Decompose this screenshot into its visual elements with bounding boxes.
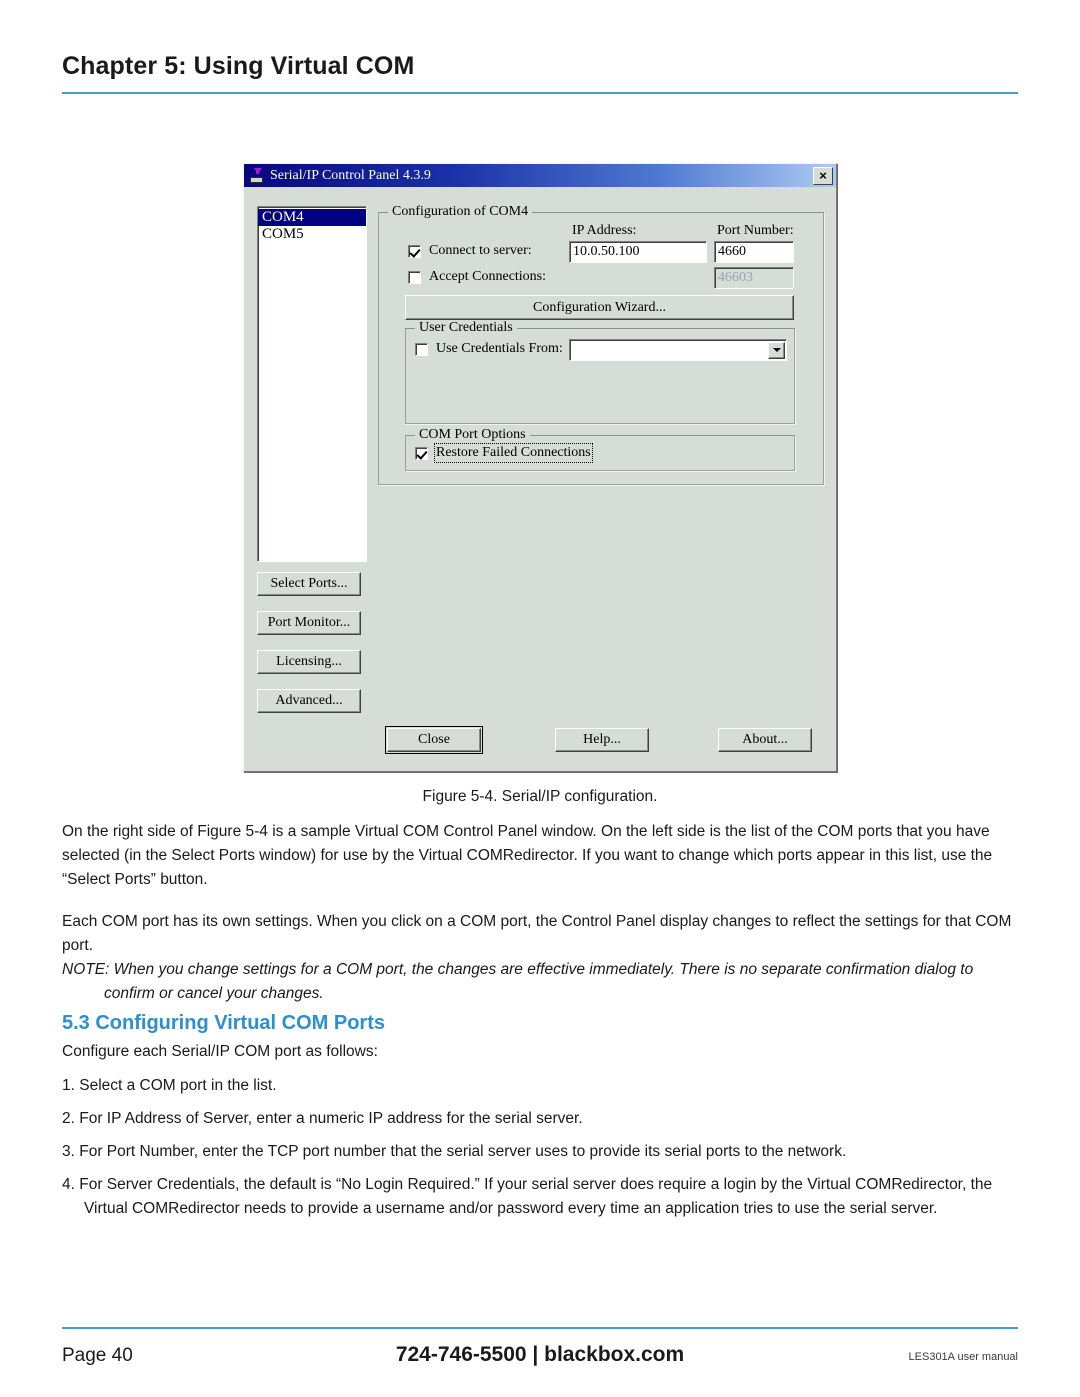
footer-manual-id: LES301A user manual <box>908 1351 1018 1363</box>
licensing-button[interactable]: Licensing... <box>257 650 361 674</box>
step-item-3: 3. For Port Number, enter the TCP port n… <box>62 1143 847 1160</box>
configuration-group: Configuration of COM4 IP Address: Port N… <box>378 204 824 485</box>
port-monitor-button[interactable]: Port Monitor... <box>257 611 361 635</box>
connect-to-server-row[interactable]: Connect to server: <box>408 243 532 259</box>
serial-ip-control-panel-dialog: Serial/IP Control Panel 4.3.9 × COM4 COM… <box>243 163 837 772</box>
chevron-down-icon[interactable] <box>768 341 785 359</box>
figure-caption: Figure 5-4. Serial/IP configuration. <box>422 788 658 805</box>
list-item-com4[interactable]: COM4 <box>258 209 366 226</box>
chapter-heading: Chapter 5: Using Virtual COM <box>62 52 415 80</box>
credentials-source-select[interactable] <box>569 339 787 361</box>
user-credentials-group: User Credentials Use Credentials From: <box>405 320 795 424</box>
ip-address-input[interactable]: 10.0.50.100 <box>569 241 707 263</box>
step-item-4: 4. For Server Credentials, the default i… <box>62 1176 993 1217</box>
use-credentials-from-row[interactable]: Use Credentials From: <box>415 341 563 357</box>
com-port-options-group: COM Port Options Restore Failed Connecti… <box>405 427 795 471</box>
help-button[interactable]: Help... <box>555 728 649 752</box>
configuration-wizard-button[interactable]: Configuration Wizard... <box>405 295 794 320</box>
document-page: Chapter 5: Using Virtual COM Serial/IP C… <box>0 0 1080 1397</box>
restore-failed-connections-row[interactable]: Restore Failed Connections <box>415 443 593 463</box>
list-item-com5[interactable]: COM5 <box>258 226 366 243</box>
port-number-label: Port Number: <box>717 223 794 238</box>
step-item-1: 1. Select a COM port in the list. <box>62 1077 277 1094</box>
section-intro: Configure each Serial/IP COM port as fol… <box>62 1043 378 1060</box>
restore-failed-connections-checkbox[interactable] <box>415 446 428 460</box>
footer-divider <box>62 1327 1018 1329</box>
connect-to-server-label: Connect to server: <box>429 243 532 258</box>
select-ports-button[interactable]: Select Ports... <box>257 572 361 596</box>
dialog-title: Serial/IP Control Panel 4.3.9 <box>270 167 431 183</box>
ip-address-label: IP Address: <box>572 223 637 238</box>
step-item-2: 2. For IP Address of Server, enter a num… <box>62 1110 583 1127</box>
port-number-input[interactable]: 4660 <box>714 241 794 263</box>
com-port-list[interactable]: COM4 COM5 <box>257 206 367 562</box>
serial-device-download-icon <box>249 167 265 184</box>
com-port-options-group-label: COM Port Options <box>415 427 530 443</box>
note-paragraph: NOTE: When you change settings for a COM… <box>62 961 974 1002</box>
advanced-button[interactable]: Advanced... <box>257 689 361 713</box>
accept-connections-row[interactable]: Accept Connections: <box>408 269 546 285</box>
dialog-titlebar: Serial/IP Control Panel 4.3.9 × <box>244 164 836 187</box>
close-icon[interactable]: × <box>813 166 833 185</box>
connect-to-server-checkbox[interactable] <box>408 244 421 258</box>
accept-connections-label: Accept Connections: <box>429 269 547 284</box>
close-button[interactable]: Close <box>385 726 483 754</box>
user-credentials-group-label: User Credentials <box>415 320 517 336</box>
paragraph-one: On the right side of Figure 5-4 is a sam… <box>62 823 993 888</box>
configuration-group-label: Configuration of COM4 <box>388 204 533 220</box>
section-heading: 5.3 Configuring Virtual COM Ports <box>62 1012 385 1034</box>
use-credentials-from-label: Use Credentials From: <box>436 341 563 356</box>
restore-failed-connections-label: Restore Failed Connections <box>434 443 593 463</box>
accept-connections-port-input: 46603 <box>714 267 794 289</box>
header-divider <box>62 92 1018 94</box>
paragraph-two: Each COM port has its own settings. When… <box>62 913 1012 954</box>
accept-connections-checkbox[interactable] <box>408 270 421 284</box>
use-credentials-from-checkbox[interactable] <box>415 342 428 356</box>
about-button[interactable]: About... <box>718 728 812 752</box>
